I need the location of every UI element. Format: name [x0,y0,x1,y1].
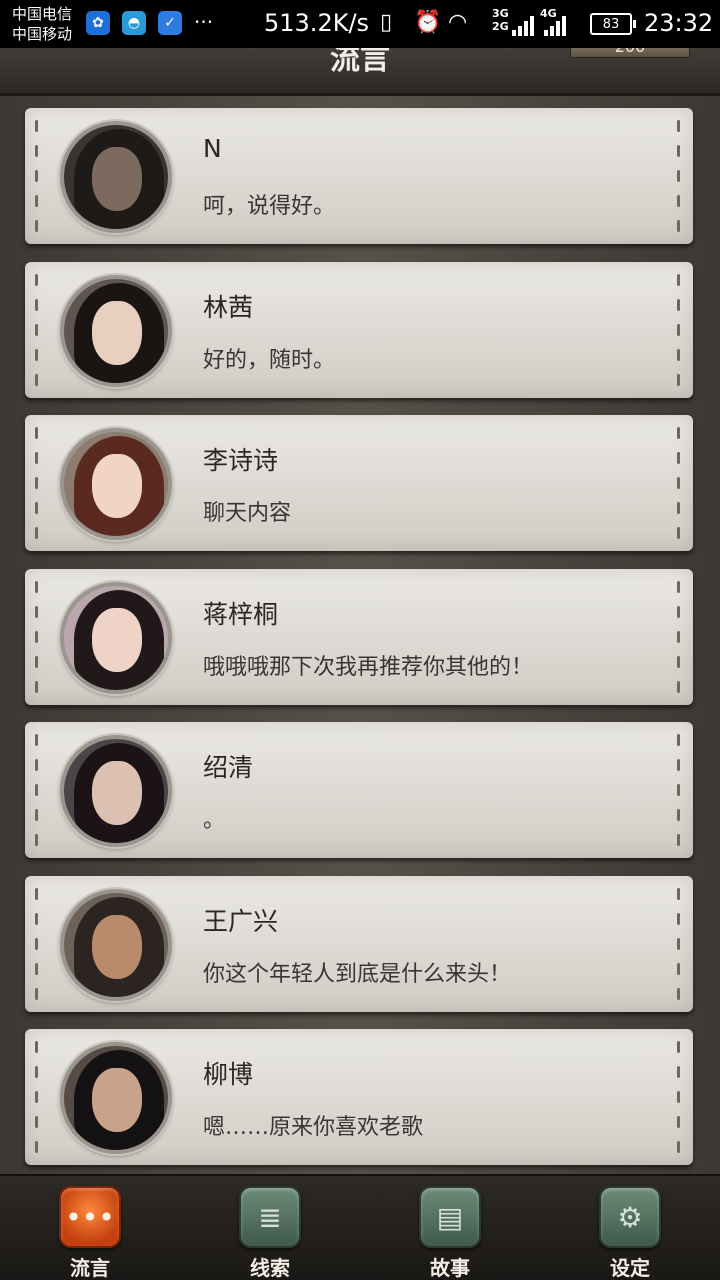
contact-name: 绍清 [203,753,254,782]
carrier-1: 中国电信 [12,5,73,23]
book-icon: ▤ [419,1186,481,1248]
battery-icon: 83 [590,13,636,35]
contact-card[interactable]: 王广兴你这个年轻人到底是什么来头！ [25,875,693,1012]
avatar[interactable] [60,735,172,847]
network-type-1: 3G 2G [492,7,509,33]
stitch-decoration [35,734,39,846]
nav-glyph: ⚙ [617,1200,643,1234]
avatar[interactable] [60,274,172,387]
nav-label: 线索 [250,1256,290,1280]
last-message: 嗯……原来你喜欢老歌 [203,1115,424,1140]
document-icon: ≣ [239,1186,301,1248]
nav-glyph: ▤ [436,1200,464,1234]
last-message: 呵，说得好。 [203,194,336,219]
stitch-decoration [35,580,39,693]
nav-label: 设定 [610,1256,650,1280]
contact-card[interactable]: 林茜好的，随时。 [25,261,693,398]
status-bar: 中国电信 中国移动 ✿ ◓ ✓ ··· 513.2K/s ▯ ⏰ ◠ 3G 2G … [0,0,720,48]
stitch-decoration [677,1041,681,1153]
stitch-decoration [677,734,681,846]
avatar[interactable] [60,1042,172,1154]
bottom-nav: ••• 流言 ≣ 线索 ▤ 故事 ⚙ 设定 [0,1174,720,1280]
coin-counter[interactable]: 200 [570,48,690,58]
avatar[interactable] [60,428,172,540]
stitch-decoration [35,120,39,232]
nav-tab[interactable]: ≣ 线索 [220,1186,320,1280]
stitch-decoration [677,273,681,386]
contact-name: 李诗诗 [203,446,279,475]
last-message: 聊天内容 [203,501,292,526]
last-message: 哦哦哦那下次我再推荐你其他的！ [203,654,534,680]
gear-icon: ⚙ [599,1186,661,1248]
avatar[interactable] [60,121,172,233]
stitch-decoration [35,427,39,539]
nav-glyph: ••• [65,1200,115,1234]
avatar-face [92,1068,142,1132]
contact-card[interactable]: 绍清。 [25,722,693,858]
signal-1-icon [512,14,534,36]
message-list[interactable]: N 呵，说得好。林茜好的，随时。 李诗诗聊天内容蒋梓桐哦哦哦那下次我再推荐你其他的！… [0,96,720,1174]
avatar-face [92,147,142,211]
contact-card[interactable]: 柳博嗯……原来你喜欢老歌 [25,1029,693,1165]
shield-icon: ✓ [158,11,182,35]
last-message: 你这个年轻人到底是什么来头！ [203,961,512,987]
alarm-icon: ⏰ [414,10,442,35]
more-notifications-icon: ··· [194,10,214,34]
network-speed: 513.2K/s [264,9,370,37]
nav-tab[interactable]: ▤ 故事 [400,1186,500,1280]
stitch-decoration [35,1041,39,1153]
contact-name: 王广兴 [203,906,279,936]
avatar-face [92,914,142,979]
nav-tab[interactable]: ⚙ 设定 [580,1186,680,1280]
wifi-icon: ◠ [448,10,468,35]
vibrate-icon: ▯ [380,10,393,35]
stitch-decoration [677,120,681,232]
avatar-face [92,454,142,518]
stitch-decoration [35,273,39,386]
stitch-decoration [677,887,681,1000]
avatar-face [92,607,142,672]
chat-bubble-icon: ••• [59,1186,121,1248]
stitch-decoration [677,580,681,693]
last-message: 好的，随时。 [203,347,336,373]
signal-2-icon [544,14,566,36]
avatar[interactable] [60,888,172,1001]
last-message: 。 [203,808,226,833]
carrier-2: 中国移动 [12,25,73,43]
contact-card[interactable]: N 呵，说得好。 [25,108,693,244]
avatar-face [92,761,142,825]
clock: 23:32 [644,9,714,37]
nav-label: 流言 [70,1256,110,1280]
battery-level: 83 [602,16,620,32]
contact-name: 蒋梓桐 [203,599,279,629]
avatar-face [92,300,142,365]
stitch-decoration [35,887,39,1000]
stitch-decoration [677,427,681,539]
carrier-names: 中国电信 中国移动 [12,4,72,44]
contact-name: N [203,134,222,163]
contact-name: 柳博 [203,1060,254,1089]
nav-glyph: ≣ [258,1200,282,1234]
browser-icon: ◓ [122,11,146,35]
contact-name: 林茜 [203,292,254,322]
contact-card[interactable]: 李诗诗 聊天内容 [25,415,693,551]
app-header: 流言 200 [0,48,720,96]
contact-card[interactable]: 蒋梓桐哦哦哦那下次我再推荐你其他的！ [25,568,693,705]
baidu-icon: ✿ [86,11,110,35]
nav-label: 故事 [430,1256,470,1280]
nav-tab[interactable]: ••• 流言 [40,1186,140,1280]
avatar[interactable] [60,581,172,694]
